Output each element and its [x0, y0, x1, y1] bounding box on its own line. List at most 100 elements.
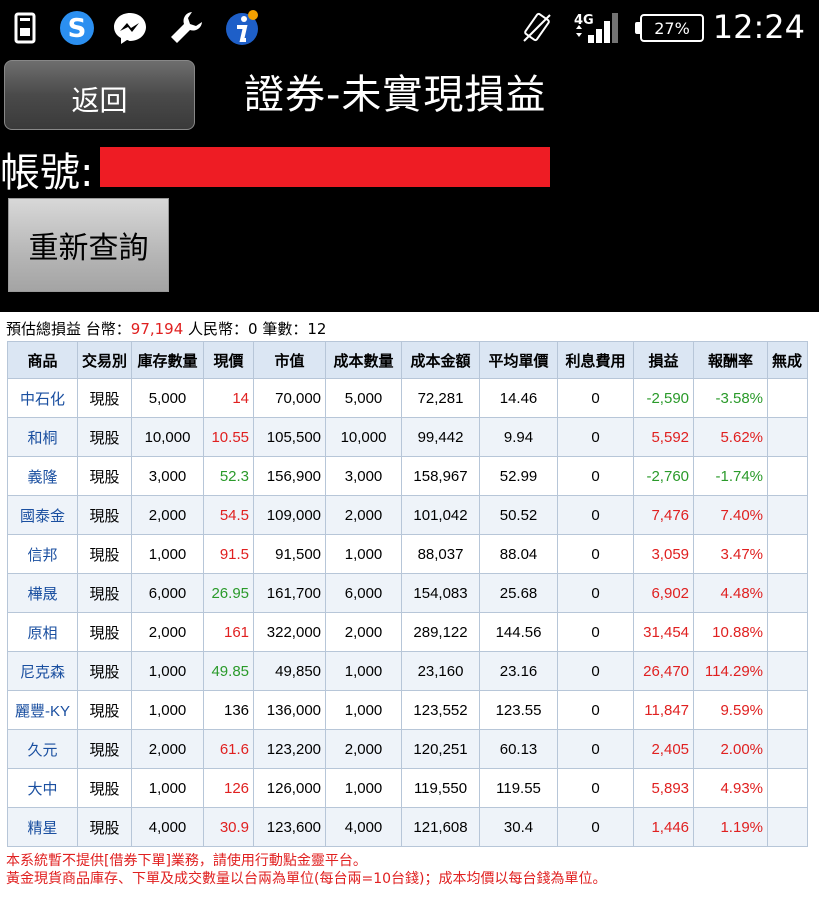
- cell-avg-price: 60.13: [479, 729, 559, 769]
- table-row[interactable]: 國泰金 現股 2,000 54.5 109,000 2,000 101,042 50.52 0 7…: [7, 495, 809, 535]
- cell-market-value: 161,700: [253, 573, 327, 613]
- cell-price: 10.55: [203, 417, 255, 457]
- col-header-roi[interactable]: 報酬率: [693, 341, 769, 379]
- cell-roi: 114.29%: [693, 651, 769, 691]
- table-row[interactable]: 原相 現股 2,000 161 322,000 2,000 289,122 144.56 0 31…: [7, 612, 809, 652]
- summary-twd-total: 97,194: [130, 320, 184, 338]
- cell-price: 30.9: [203, 807, 255, 847]
- cell-cost-qty: 6,000: [325, 573, 403, 613]
- cell-market-value: 156,900: [253, 456, 327, 496]
- table-row[interactable]: 義隆 現股 3,000 52.3 156,900 3,000 158,967 52.99 0 -2…: [7, 456, 809, 496]
- col-header-trade-type[interactable]: 交易別: [76, 341, 133, 379]
- table-row[interactable]: 久元 現股 2,000 61.6 123,200 2,000 120,251 60.13 0 2,…: [7, 729, 809, 769]
- cell-cost-amount: 289,122: [401, 612, 481, 652]
- table-row[interactable]: 和桐 現股 10,000 10.55 105,500 10,000 99,442 9.94 0 5…: [7, 417, 809, 457]
- cell-product[interactable]: 中石化: [7, 378, 78, 418]
- cell-pl: -2,760: [633, 456, 695, 496]
- cell-inventory-qty: 1,000: [131, 768, 205, 808]
- col-header-interest[interactable]: 利息費用: [557, 341, 635, 379]
- cell-interest: 0: [557, 573, 635, 613]
- cell-extra: [767, 378, 809, 418]
- cell-market-value: 322,000: [253, 612, 327, 652]
- cell-avg-price: 144.56: [479, 612, 559, 652]
- cell-extra: [767, 807, 809, 847]
- cell-interest: 0: [557, 729, 635, 769]
- col-header-price[interactable]: 現價: [203, 341, 255, 379]
- note-line-1: 本系統暫不提供[借券下單]業務，請使用行動點金靈平台。: [6, 853, 367, 869]
- cell-trade-type: 現股: [76, 729, 133, 769]
- table-row[interactable]: 信邦 現股 1,000 91.5 91,500 1,000 88,037 88.04 0 3,05…: [7, 534, 809, 574]
- col-header-cost-qty[interactable]: 成本數量: [325, 341, 403, 379]
- table-row[interactable]: 精星 現股 4,000 30.9 123,600 4,000 121,608 30.4 0 1,4…: [7, 807, 809, 847]
- cell-market-value: 136,000: [253, 690, 327, 730]
- cell-product[interactable]: 信邦: [7, 534, 78, 574]
- cell-price: 91.5: [203, 534, 255, 574]
- table-header-row: 商品 交易別 庫存數量 現價 市值 成本數量 成本金額 平均單價 利息費用 損益…: [7, 341, 809, 379]
- cell-trade-type: 現股: [76, 456, 133, 496]
- table-row[interactable]: 樺晟 現股 6,000 26.95 161,700 6,000 154,083 25.68 0 6…: [7, 573, 809, 613]
- col-header-pl[interactable]: 損益: [633, 341, 695, 379]
- cell-roi: 10.88%: [693, 612, 769, 652]
- col-header-avg-price[interactable]: 平均單價: [479, 341, 559, 379]
- cell-extra: [767, 534, 809, 574]
- cell-product[interactable]: 義隆: [7, 456, 78, 496]
- cell-product[interactable]: 樺晟: [7, 573, 78, 613]
- cell-extra: [767, 456, 809, 496]
- cell-product[interactable]: 尼克森: [7, 651, 78, 691]
- cell-cost-qty: 1,000: [325, 690, 403, 730]
- cell-extra: [767, 417, 809, 457]
- back-button[interactable]: 返回: [4, 60, 195, 130]
- cell-cost-qty: 1,000: [325, 651, 403, 691]
- cell-pl: 11,847: [633, 690, 695, 730]
- table-row[interactable]: 中石化 現股 5,000 14 70,000 5,000 72,281 14.46 0 -2,59…: [7, 378, 809, 418]
- cell-cost-amount: 154,083: [401, 573, 481, 613]
- cell-inventory-qty: 5,000: [131, 378, 205, 418]
- cell-interest: 0: [557, 378, 635, 418]
- summary-line: 預估總損益 台幣：97,194 人民幣：0 筆數：12: [6, 318, 326, 339]
- cell-product[interactable]: 和桐: [7, 417, 78, 457]
- col-header-market-value[interactable]: 市值: [253, 341, 327, 379]
- table-row[interactable]: 尼克森 現股 1,000 49.85 49,850 1,000 23,160 23.16 0 26…: [7, 651, 809, 691]
- cell-cost-amount: 158,967: [401, 456, 481, 496]
- cell-product[interactable]: 久元: [7, 729, 78, 769]
- cell-trade-type: 現股: [76, 417, 133, 457]
- cell-inventory-qty: 3,000: [131, 456, 205, 496]
- cell-avg-price: 88.04: [479, 534, 559, 574]
- cell-avg-price: 123.55: [479, 690, 559, 730]
- svg-text:4G: 4G: [574, 13, 594, 28]
- sim-card-icon: [14, 10, 36, 46]
- cell-inventory-qty: 2,000: [131, 495, 205, 535]
- col-header-product[interactable]: 商品: [7, 341, 78, 379]
- col-header-extra[interactable]: 無成: [767, 341, 809, 379]
- footer-notes: 本系統暫不提供[借券下單]業務，請使用行動點金靈平台。 黃金現貨商品庫存、下單及…: [6, 852, 606, 888]
- cell-product[interactable]: 大中: [7, 768, 78, 808]
- cell-pl: 26,470: [633, 651, 695, 691]
- col-header-cost-amount[interactable]: 成本金額: [401, 341, 481, 379]
- col-header-inventory-qty[interactable]: 庫存數量: [131, 341, 205, 379]
- info-app-icon: [222, 10, 262, 46]
- cell-extra: [767, 573, 809, 613]
- cell-trade-type: 現股: [76, 768, 133, 808]
- messenger-icon: [110, 10, 150, 46]
- cell-avg-price: 14.46: [479, 378, 559, 418]
- cell-price: 14: [203, 378, 255, 418]
- table-row[interactable]: 麗豐-KY 現股 1,000 136 136,000 1,000 123,552 123.55…: [7, 690, 809, 730]
- positions-table: 商品 交易別 庫存數量 現價 市值 成本數量 成本金額 平均單價 利息費用 損益…: [7, 341, 809, 847]
- cell-product[interactable]: 精星: [7, 807, 78, 847]
- cell-product[interactable]: 國泰金: [7, 495, 78, 535]
- cell-product[interactable]: 原相: [7, 612, 78, 652]
- cell-roi: 2.00%: [693, 729, 769, 769]
- battery-icon: 27%: [640, 14, 704, 42]
- cell-extra: [767, 495, 809, 535]
- wrench-icon: [166, 10, 206, 46]
- table-row[interactable]: 大中 現股 1,000 126 126,000 1,000 119,550 119.55 0 5,…: [7, 768, 809, 808]
- cell-roi: 1.19%: [693, 807, 769, 847]
- requery-button[interactable]: 重新查詢: [8, 198, 169, 292]
- cell-interest: 0: [557, 456, 635, 496]
- app-header-area: S 4G 27% 12:24 返回 證券-未實現損益 帳號: 重新查詢: [0, 0, 819, 312]
- cell-price: 61.6: [203, 729, 255, 769]
- cell-cost-qty: 3,000: [325, 456, 403, 496]
- clock: 12:24: [712, 8, 805, 46]
- summary-rmb-count: 人民幣：0 筆數：12: [183, 320, 327, 338]
- cell-product[interactable]: 麗豐-KY: [7, 690, 78, 730]
